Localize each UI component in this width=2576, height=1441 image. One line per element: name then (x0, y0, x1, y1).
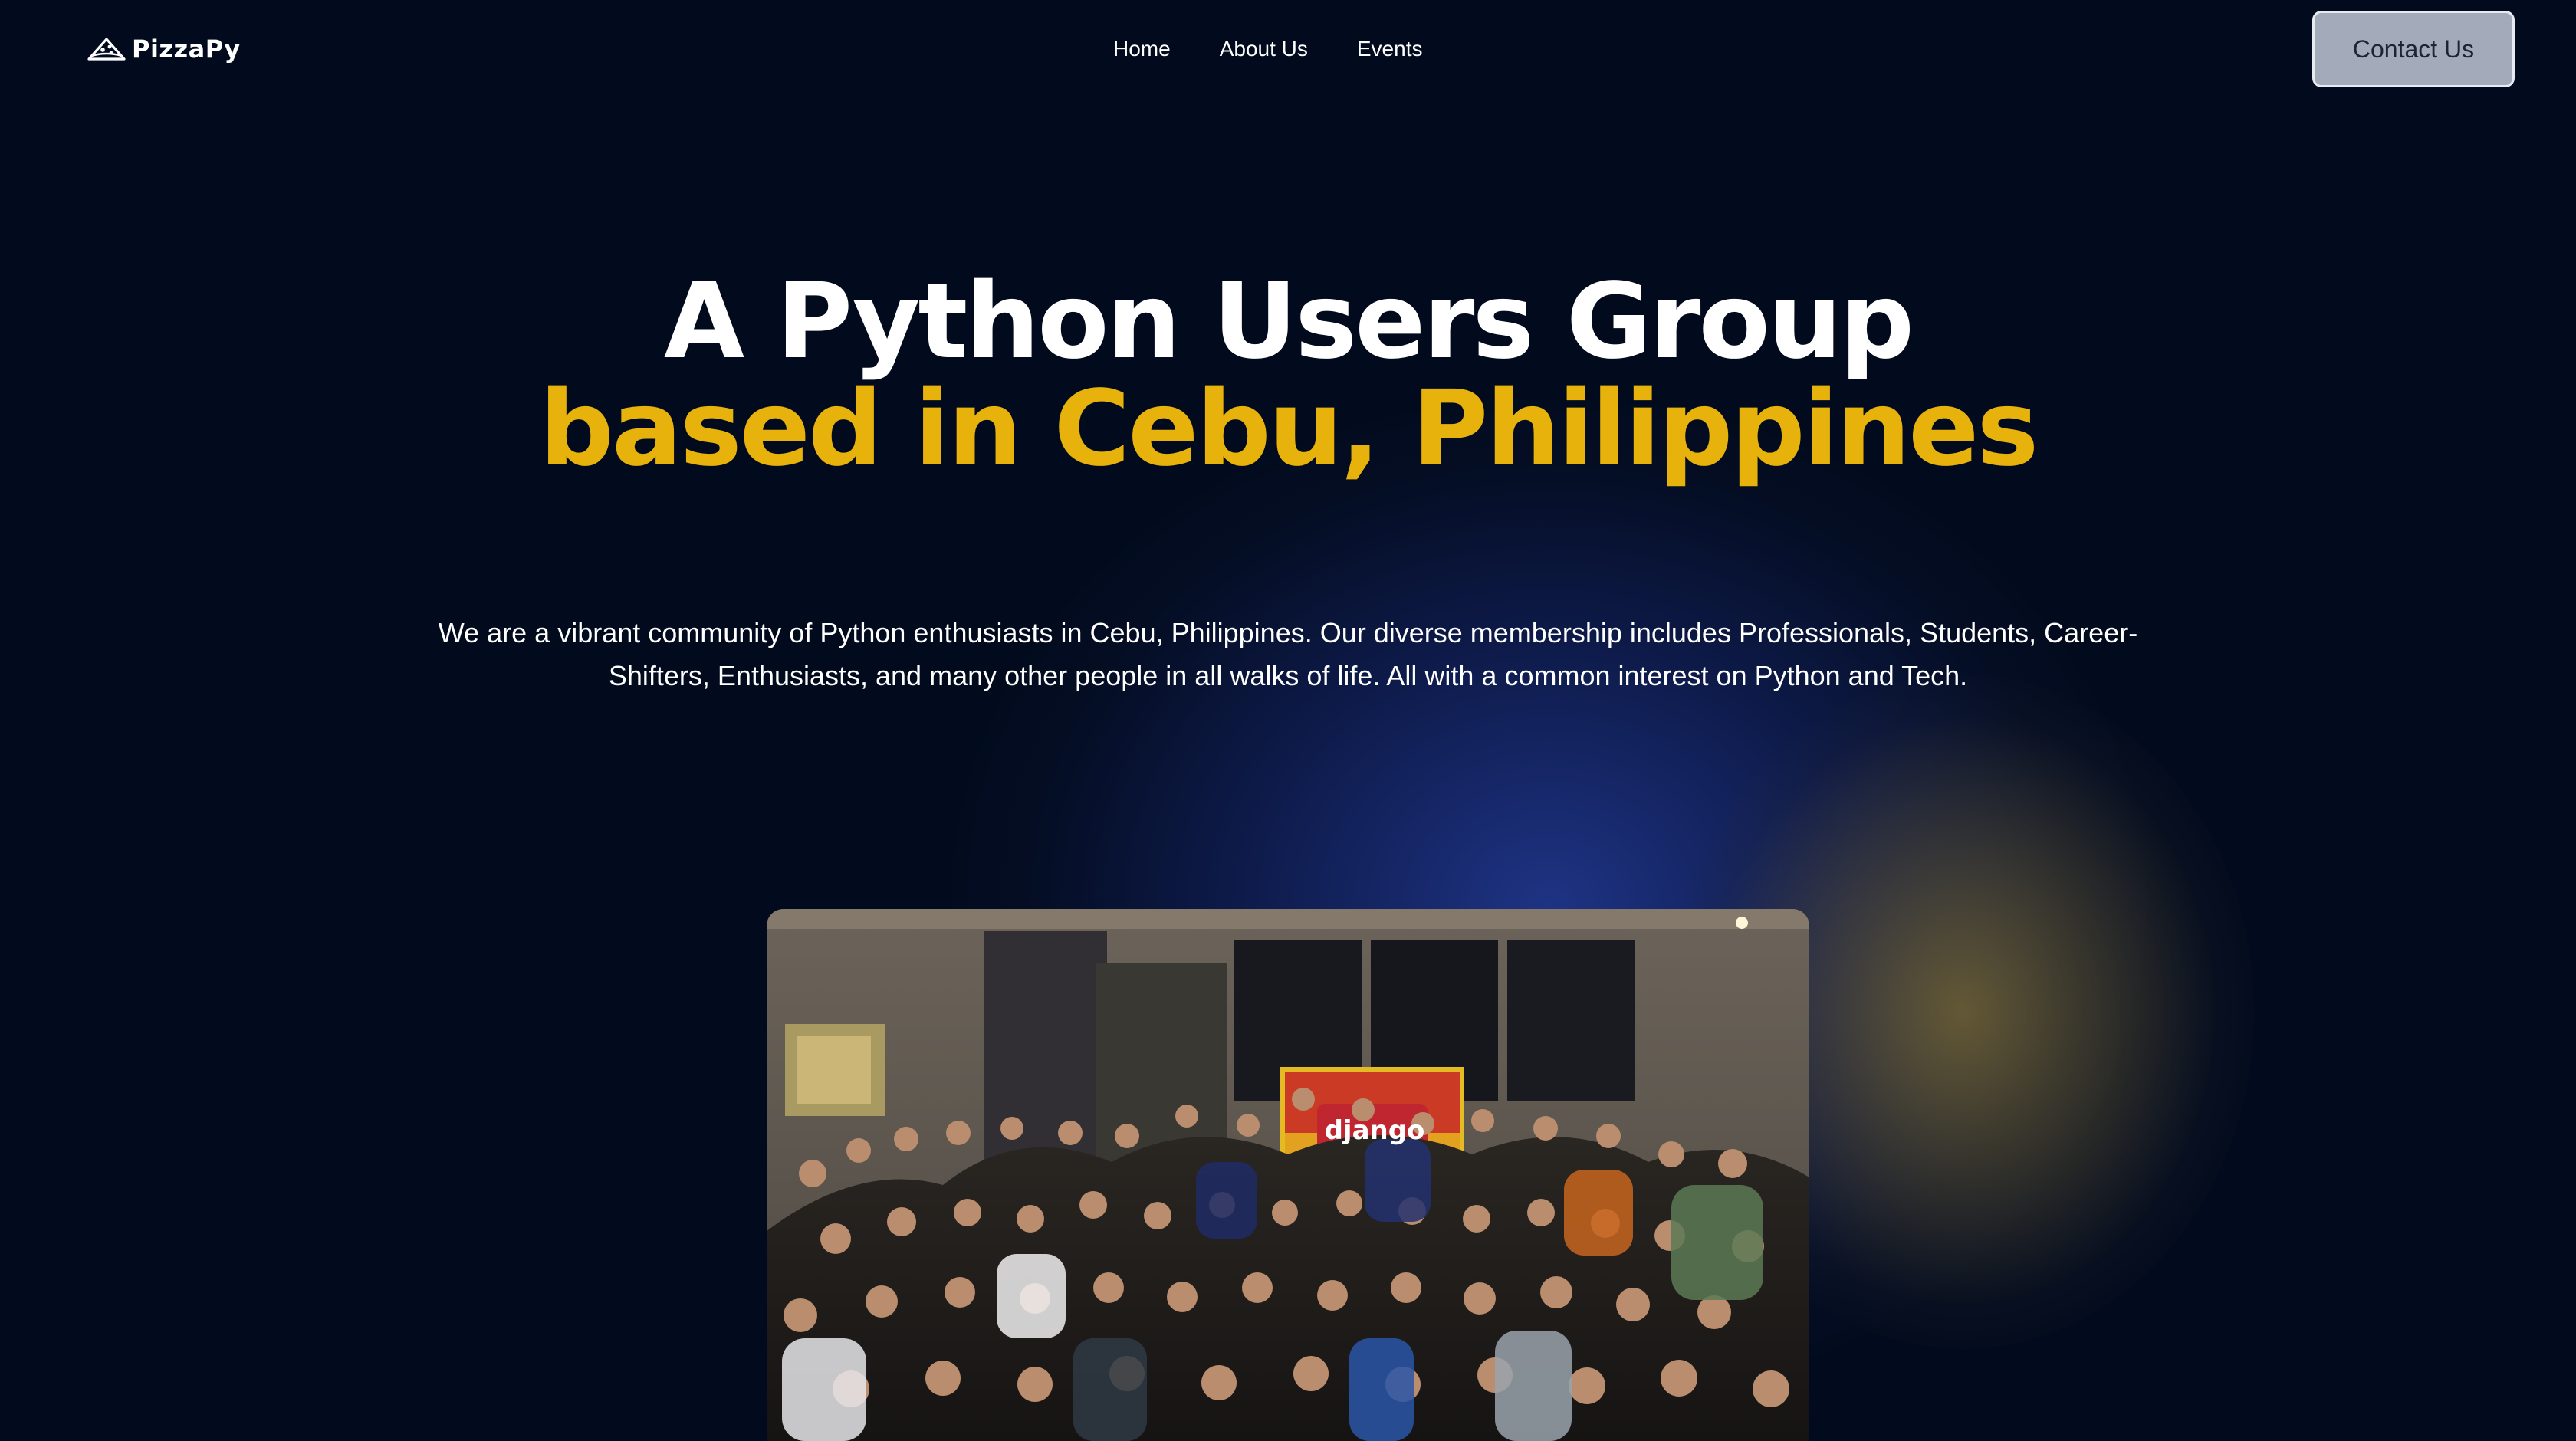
main-nav: Home About Us Events (1113, 34, 1422, 64)
hero-title-line2: based in Cebu, Philippines (539, 369, 2039, 490)
hero-title-line1: A Python Users Group (663, 261, 1914, 382)
hero-title: A Python Users Group based in Cebu, Phil… (0, 268, 2576, 483)
pizza-slice-icon (87, 38, 126, 61)
navbar: PizzaPy Home About Us Events Contact Us (0, 0, 2576, 98)
brand-name: PizzaPy (132, 34, 241, 64)
group-photo-illustration (767, 909, 1809, 1441)
nav-link-home[interactable]: Home (1113, 34, 1171, 64)
brand-logo[interactable]: PizzaPy (87, 31, 241, 67)
screen-text: django (1325, 1115, 1425, 1146)
nav-link-events[interactable]: Events (1357, 34, 1423, 64)
nav-link-about-us[interactable]: About Us (1220, 34, 1308, 64)
event-screen-logo: django (1325, 1115, 1425, 1146)
community-group-photo: django (767, 909, 1809, 1441)
hero-description: We are a vibrant community of Python ent… (438, 617, 2138, 691)
contact-us-button[interactable]: Contact Us (2312, 11, 2515, 87)
